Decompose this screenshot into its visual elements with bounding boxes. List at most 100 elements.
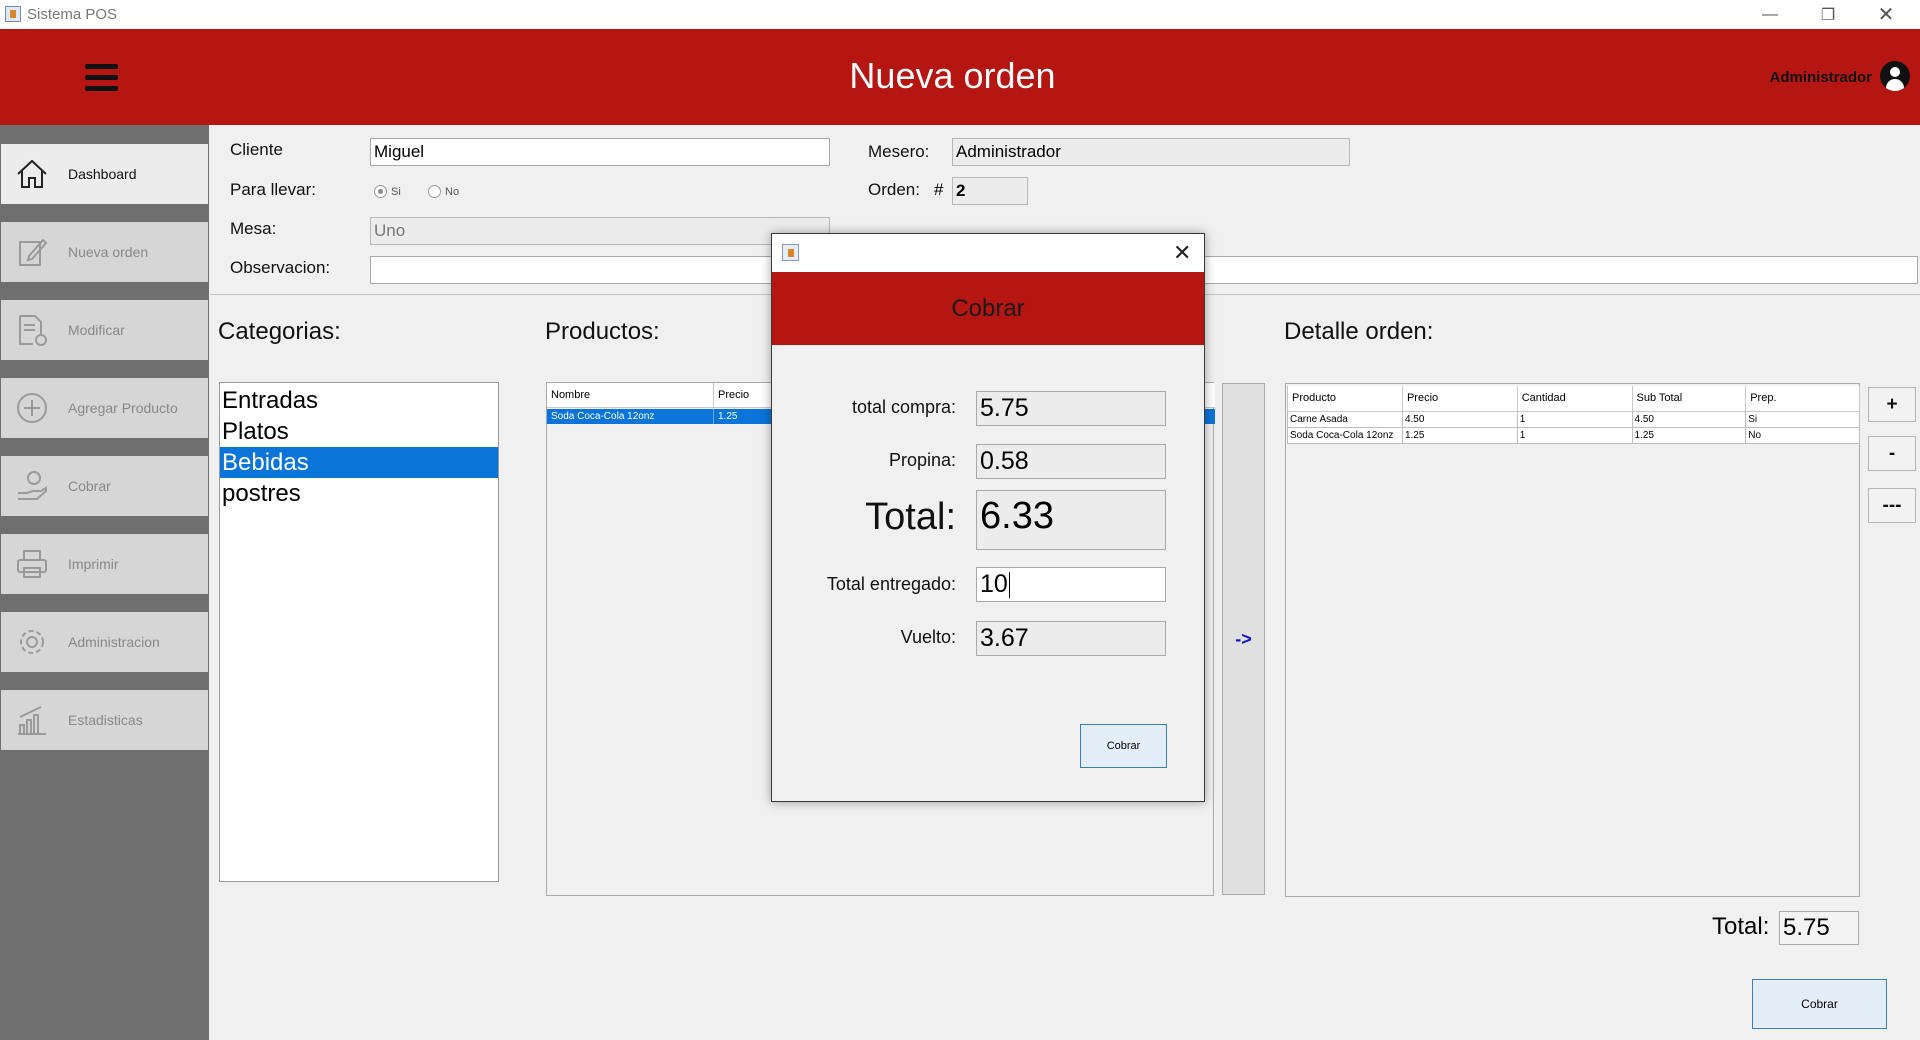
edit-icon (19, 238, 48, 266)
dialog-close-button[interactable]: ✕ (1173, 240, 1191, 266)
user-avatar-icon[interactable] (1880, 61, 1910, 91)
total-entregado-label: Total entregado: (826, 574, 956, 594)
add-to-order-button[interactable]: -> (1222, 383, 1265, 895)
decrease-quantity-button[interactable]: - (1868, 436, 1916, 471)
window-titlebar: Sistema POS — ❐ ✕ (0, 0, 1920, 29)
total-field: 6.33 (976, 490, 1166, 550)
document-refresh-icon (19, 315, 47, 346)
order-total-field: 5.75 (1779, 911, 1859, 945)
table-cell: Soda Coca-Cola 12onz (1287, 426, 1403, 444)
column-header[interactable]: Precio (1401, 386, 1518, 412)
column-header[interactable]: Nombre (547, 383, 714, 407)
mesa-select[interactable]: Uno (370, 217, 830, 245)
mesero-label: Mesero: (868, 142, 930, 161)
table-cell: Carne Asada (1287, 410, 1403, 428)
sidebar-item-nueva-orden[interactable]: Nueva orden (1, 222, 208, 282)
java-app-icon (782, 244, 799, 261)
total-entregado-input[interactable]: 10 (976, 567, 1166, 602)
close-window-button[interactable]: ✕ (1857, 0, 1915, 29)
list-item[interactable]: postres (220, 478, 498, 509)
detalle-title: Detalle orden: (1284, 318, 1434, 345)
propina-field: 0.58 (976, 444, 1166, 479)
sidebar-item-label: Imprimir (68, 556, 119, 572)
observacion-label: Observacion: (230, 258, 331, 277)
para-llevar-label: Para llevar: (230, 180, 316, 199)
column-header[interactable]: Sub Total (1631, 386, 1747, 412)
table-row[interactable]: Soda Coca-Cola 12onz 1.25 1 1.25 No (1287, 426, 1860, 444)
dialog-titlebar: ✕ (772, 234, 1204, 272)
orden-number-field: 2 (952, 177, 1028, 205)
minimize-button[interactable]: — (1741, 0, 1799, 29)
cobrar-dialog: ✕ Cobrar total compra: 5.75 Propina: 0.5… (771, 233, 1205, 802)
table-cell: 4.50 (1631, 410, 1747, 428)
sidebar: Dashboard Nueva orden Modificar Agregar … (0, 125, 209, 1040)
total-compra-label: total compra: (851, 397, 956, 417)
table-cell: No (1745, 426, 1860, 444)
cliente-input[interactable]: Miguel (370, 138, 830, 166)
dialog-cobrar-button[interactable]: Cobrar (1080, 724, 1167, 768)
gear-icon (20, 630, 44, 654)
productos-title: Productos: (545, 318, 660, 345)
user-name: Administrador (1769, 69, 1872, 86)
plus-circle-icon (17, 393, 47, 423)
categorias-list[interactable]: Entradas Platos Bebidas postres (219, 382, 499, 882)
sidebar-item-cobrar[interactable]: Cobrar (1, 456, 208, 516)
table-cell: 1.25 (1401, 426, 1518, 444)
sidebar-item-dashboard[interactable]: Dashboard (1, 144, 208, 204)
java-app-icon (5, 6, 21, 22)
vuelto-label: Vuelto: (900, 627, 956, 647)
page-title: Nueva orden (849, 55, 1056, 96)
app-header: Nueva orden Administrador (0, 29, 1920, 125)
list-item[interactable]: Platos (220, 416, 498, 447)
table-cell: Soda Coca-Cola 12onz (547, 409, 714, 424)
sidebar-item-estadisticas[interactable]: Estadisticas (1, 690, 208, 750)
mesero-field: Administrador (952, 138, 1350, 166)
window-title: Sistema POS (27, 6, 118, 23)
sidebar-item-administracion[interactable]: Administracion (1, 612, 208, 672)
categorias-title: Categorias: (218, 318, 341, 345)
orden-hash: # (934, 180, 944, 199)
table-header: Producto Precio Cantidad Sub Total Prep. (1287, 386, 1860, 412)
column-header[interactable]: Producto (1287, 386, 1403, 412)
list-item[interactable]: Entradas (220, 385, 498, 416)
sidebar-item-agregar-producto[interactable]: Agregar Producto (1, 378, 208, 438)
sidebar-item-label: Agregar Producto (68, 400, 178, 416)
para-llevar-si-radio[interactable]: Si (374, 185, 401, 198)
propina-label: Propina: (888, 450, 956, 470)
remove-item-button[interactable]: --- (1868, 488, 1916, 523)
table-cell: 1.25 (1631, 426, 1747, 444)
table-cell: 1 (1516, 410, 1633, 428)
sidebar-item-modificar[interactable]: Modificar (1, 300, 208, 360)
dialog-title: Cobrar (772, 272, 1204, 345)
hand-coin-icon (18, 471, 47, 500)
sidebar-item-label: Nueva orden (68, 244, 149, 260)
column-header[interactable]: Prep. (1745, 386, 1860, 412)
table-cell: Si (1745, 410, 1860, 428)
sidebar-item-label: Cobrar (68, 478, 111, 494)
home-icon (17, 159, 47, 188)
table-cell: 4.50 (1401, 410, 1518, 428)
sidebar-item-label: Administracion (68, 634, 160, 650)
bar-chart-icon (18, 706, 46, 735)
para-llevar-no-radio[interactable]: No (428, 185, 459, 198)
order-total-label: Total: (1712, 913, 1770, 940)
vuelto-field: 3.67 (976, 621, 1166, 656)
column-header[interactable]: Cantidad (1516, 386, 1633, 412)
increase-quantity-button[interactable]: + (1868, 387, 1916, 422)
total-label: Total: (865, 496, 956, 538)
cobrar-button[interactable]: Cobrar (1752, 979, 1887, 1029)
detalle-table[interactable]: Producto Precio Cantidad Sub Total Prep.… (1285, 383, 1860, 897)
list-item[interactable]: Bebidas (220, 447, 498, 478)
cliente-label: Cliente (230, 140, 283, 159)
maximize-button[interactable]: ❐ (1799, 0, 1857, 29)
orden-label: Orden: (868, 180, 920, 199)
mesa-label: Mesa: (230, 219, 277, 238)
table-row[interactable]: Carne Asada 4.50 1 4.50 Si (1287, 410, 1860, 428)
sidebar-item-label: Estadisticas (68, 712, 143, 728)
printer-icon (17, 550, 47, 578)
table-cell: 1 (1516, 426, 1633, 444)
sidebar-item-imprimir[interactable]: Imprimir (1, 534, 208, 594)
total-compra-field: 5.75 (976, 391, 1166, 426)
sidebar-item-label: Modificar (68, 322, 125, 338)
sidebar-item-label: Dashboard (68, 166, 137, 182)
